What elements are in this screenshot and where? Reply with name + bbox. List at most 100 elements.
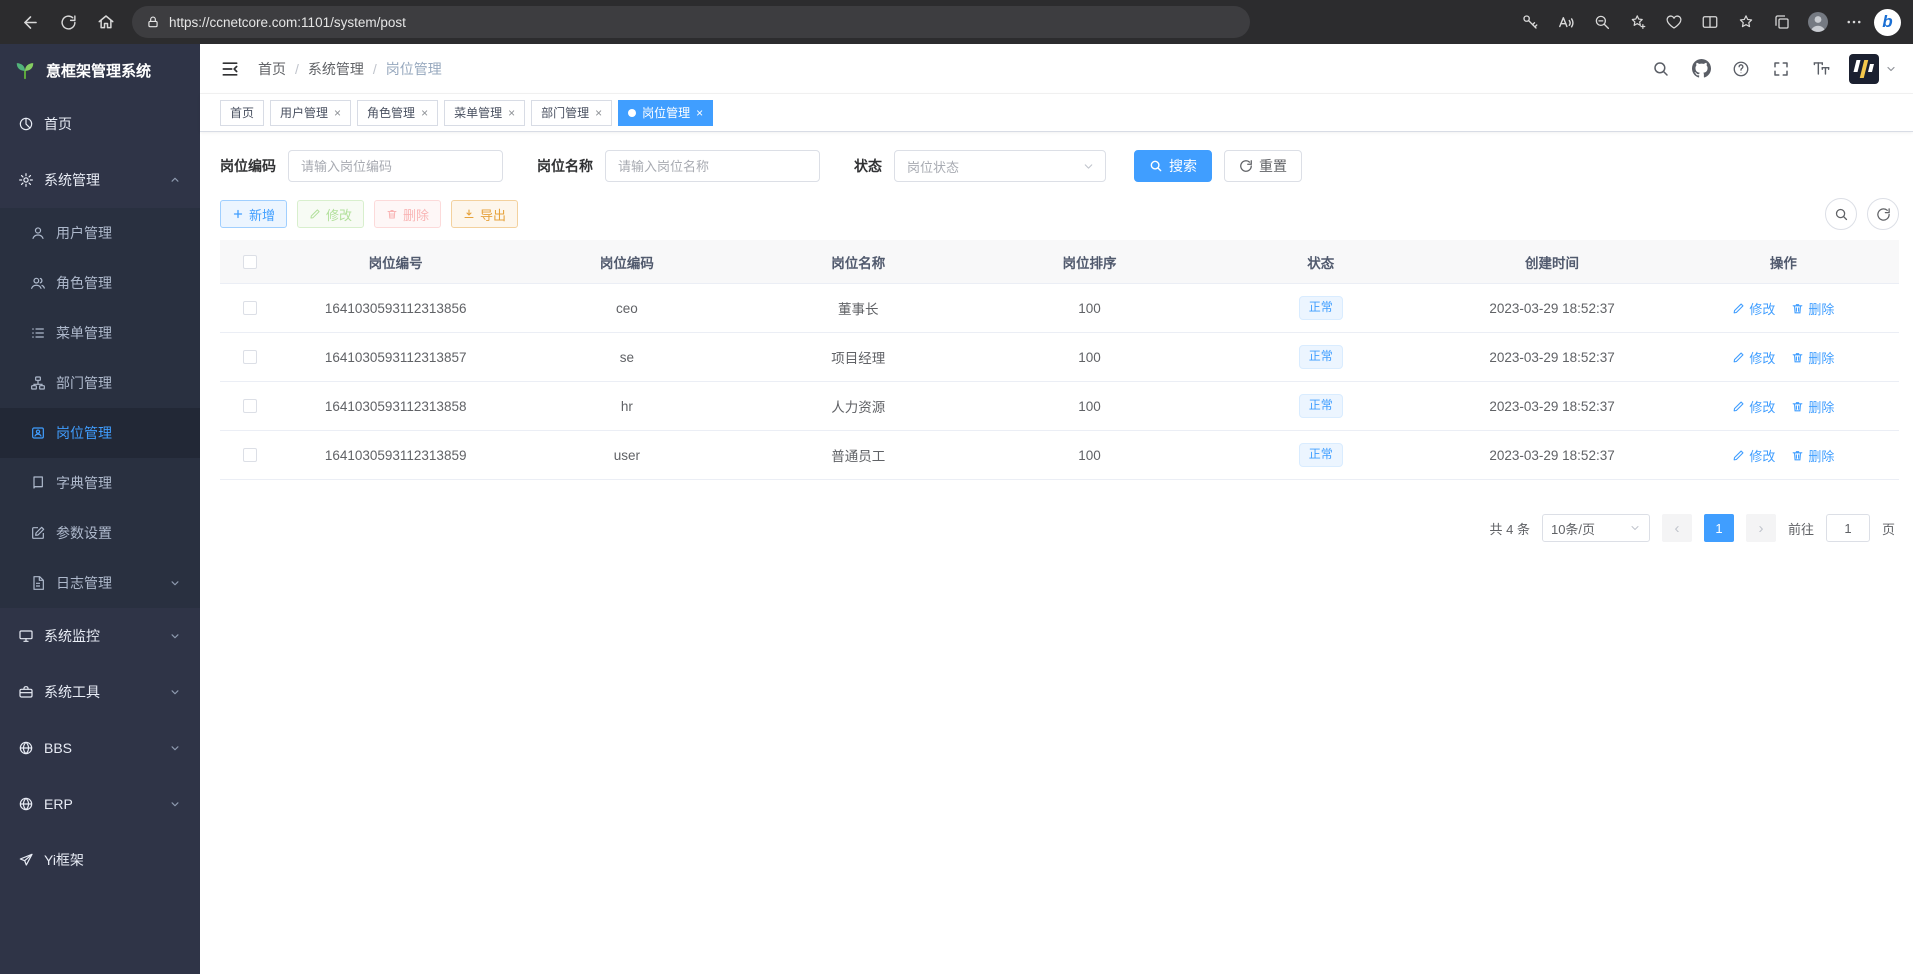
pencil-icon [309,208,321,220]
address-bar[interactable]: https://ccnetcore.com:1101/system/post [132,6,1250,38]
help-button[interactable] [1725,53,1757,85]
next-page-button[interactable]: › [1746,514,1776,542]
breadcrumb-item[interactable]: 首页 [258,59,286,79]
search-icon [1834,207,1849,222]
tab-close-icon[interactable]: × [508,107,515,119]
row-edit-link[interactable]: 修改 [1732,348,1775,367]
collapse-sidebar-button[interactable] [216,55,244,83]
password-key-button[interactable] [1514,5,1546,39]
app-logo[interactable]: 意框架管理系统 [0,44,200,96]
browser-refresh-button[interactable] [50,5,86,39]
fullscreen-button[interactable] [1765,53,1797,85]
row-edit-link[interactable]: 修改 [1732,446,1775,465]
copilot-bing-button[interactable]: b [1874,9,1901,36]
sidebar-item-post-mgmt[interactable]: 岗位管理 [0,408,200,458]
browser-profile-button[interactable] [1802,5,1834,39]
search-button[interactable]: 搜索 [1134,150,1212,182]
goto-page-input[interactable] [1826,514,1870,542]
tab-close-icon[interactable]: × [334,107,341,119]
tab-close-icon[interactable]: × [421,107,428,119]
tab-close-icon[interactable]: × [696,107,703,119]
browser-home-button[interactable] [88,5,124,39]
created-time-cell: 2023-03-29 18:52:37 [1436,301,1667,316]
post-table: 岗位编号 岗位编码 岗位名称 岗位排序 状态 创建时间 操作 164103059… [220,240,1899,480]
plus-icon [232,208,244,220]
toggle-search-button[interactable] [1825,198,1857,230]
add-button[interactable]: 新增 [220,200,287,228]
prev-page-button[interactable]: ‹ [1662,514,1692,542]
zoom-button[interactable] [1586,5,1618,39]
add-favorite-button[interactable] [1622,5,1654,39]
user-menu[interactable] [1849,54,1897,84]
delete-button[interactable]: 删除 [374,200,441,228]
row-delete-link[interactable]: 删除 [1791,446,1834,465]
breadcrumb-item[interactable]: 系统管理 [308,59,364,79]
sidebar-item-param-settings[interactable]: 参数设置 [0,508,200,558]
edit-button[interactable]: 修改 [297,200,364,228]
browser-essentials-button[interactable] [1658,5,1690,39]
sidebar-item-menu-mgmt[interactable]: 菜单管理 [0,308,200,358]
reset-button[interactable]: 重置 [1224,150,1302,182]
tab-role-mgmt[interactable]: 角色管理× [357,100,438,126]
post-name-cell: 普通员工 [743,445,974,465]
row-checkbox[interactable] [243,448,257,462]
post-name-cell: 人力资源 [743,396,974,416]
split-screen-button[interactable] [1694,5,1726,39]
row-checkbox[interactable] [243,399,257,413]
sidebar-item-dict-mgmt[interactable]: 字典管理 [0,458,200,508]
sidebar-item-user-mgmt[interactable]: 用户管理 [0,208,200,258]
browser-settings-button[interactable] [1838,5,1870,39]
favorites-button[interactable] [1730,5,1762,39]
tab-home[interactable]: 首页 [220,100,264,126]
row-checkbox[interactable] [243,350,257,364]
trash-icon [1791,351,1804,364]
tab-post-mgmt[interactable]: 岗位管理× [618,100,713,126]
select-all-checkbox[interactable] [243,255,257,269]
post-sort-cell: 100 [974,301,1205,316]
pagination-total: 共 4 条 [1490,519,1530,538]
sidebar-item-system-mgmt[interactable]: 系统管理 [0,152,200,208]
row-delete-link[interactable]: 删除 [1791,348,1834,367]
sidebar-item-system-monitor[interactable]: 系统监控 [0,608,200,664]
sidebar-item-role-mgmt[interactable]: 角色管理 [0,258,200,308]
row-checkbox[interactable] [243,301,257,315]
page-size-select[interactable]: 10条/页 [1542,514,1650,542]
row-delete-link[interactable]: 删除 [1791,397,1834,416]
read-aloud-button[interactable] [1550,5,1582,39]
post-name-input[interactable] [605,150,820,182]
row-edit-label: 修改 [1749,348,1775,367]
sidebar-item-home[interactable]: 首页 [0,96,200,152]
collections-button[interactable] [1766,5,1798,39]
refresh-table-button[interactable] [1867,198,1899,230]
sidebar-item-bbs[interactable]: BBS [0,720,200,776]
browser-back-button[interactable] [12,5,48,39]
row-edit-link[interactable]: 修改 [1732,299,1775,318]
post-code-input[interactable] [288,150,503,182]
tab-dept-mgmt[interactable]: 部门管理× [531,100,612,126]
page-number-button[interactable]: 1 [1704,514,1734,542]
user-icon [30,225,46,241]
column-header: 创建时间 [1436,252,1667,272]
post-code-cell: hr [511,399,742,414]
trash-icon [1791,449,1804,462]
sidebar-item-erp[interactable]: ERP [0,776,200,832]
sidebar-item-label: ERP [44,796,73,812]
id-badge-icon [30,425,46,441]
sidebar-item-system-tools[interactable]: 系统工具 [0,664,200,720]
status-select[interactable]: 岗位状态 [894,150,1106,182]
sidebar-item-dept-mgmt[interactable]: 部门管理 [0,358,200,408]
tab-user-mgmt[interactable]: 用户管理× [270,100,351,126]
row-edit-label: 修改 [1749,299,1775,318]
tab-menu-mgmt[interactable]: 菜单管理× [444,100,525,126]
tab-close-icon[interactable]: × [595,107,602,119]
row-edit-link[interactable]: 修改 [1732,397,1775,416]
font-size-button[interactable] [1805,53,1837,85]
page-content: 岗位编码 岗位名称 状态 岗位状态 搜索 重置 [200,132,1913,974]
goto-label: 前往 [1788,519,1814,538]
github-link-button[interactable] [1685,53,1717,85]
row-delete-link[interactable]: 删除 [1791,299,1834,318]
header-search-button[interactable] [1645,53,1677,85]
sidebar-item-yi-framework[interactable]: Yi框架 [0,832,200,888]
sidebar-item-log-mgmt[interactable]: 日志管理 [0,558,200,608]
export-button[interactable]: 导出 [451,200,518,228]
